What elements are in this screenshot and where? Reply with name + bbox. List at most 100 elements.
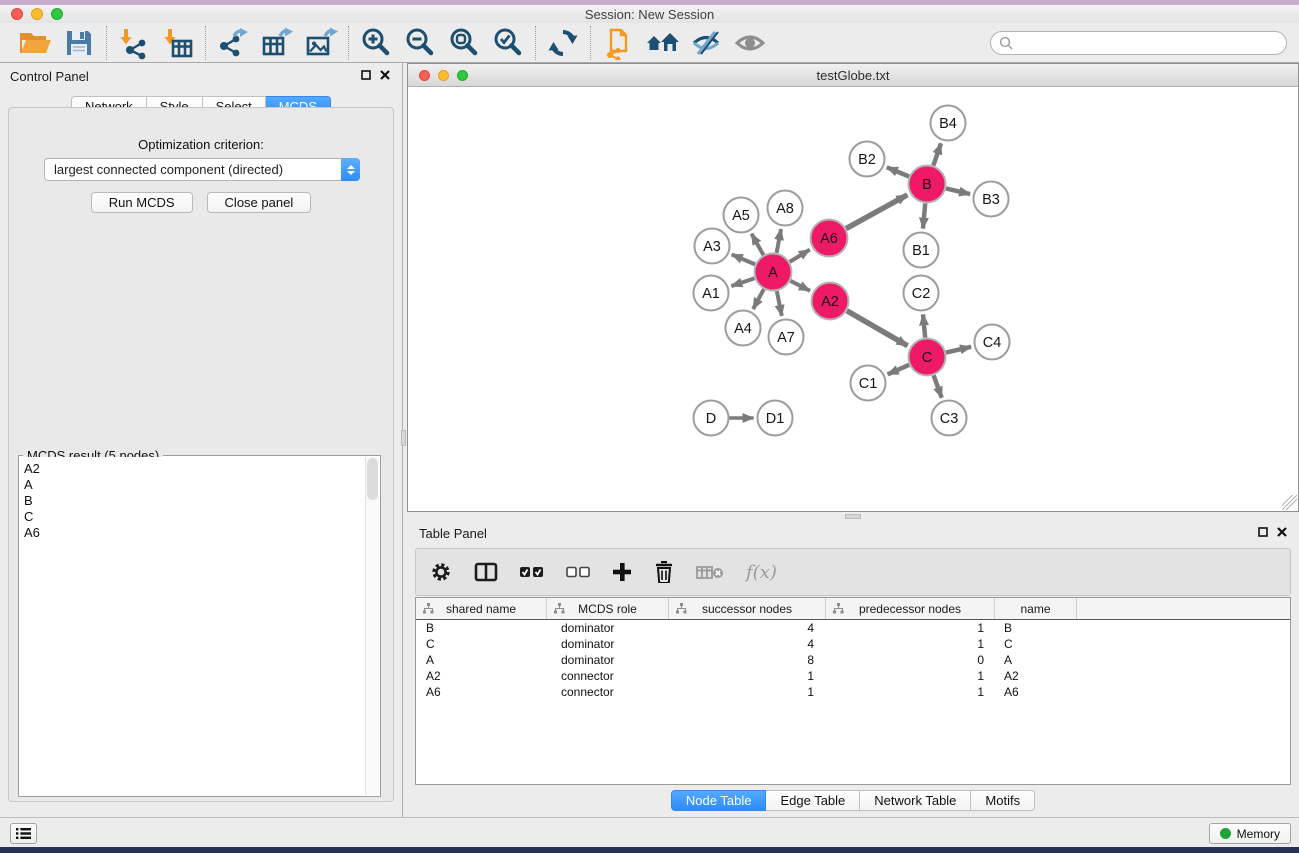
export-image-button[interactable] bbox=[303, 26, 339, 60]
graph-node-C3[interactable]: C3 bbox=[932, 401, 967, 436]
save-session-button[interactable] bbox=[61, 26, 97, 60]
hide-graphics-details-button[interactable] bbox=[688, 26, 724, 60]
edge-A-A3[interactable] bbox=[732, 254, 755, 264]
edge-B-B3[interactable] bbox=[946, 188, 970, 194]
export-table-button[interactable] bbox=[259, 26, 295, 60]
show-panels-list-button[interactable] bbox=[10, 823, 37, 844]
graph-node-B4[interactable]: B4 bbox=[931, 106, 966, 141]
column-header-successor-nodes[interactable]: successor nodes bbox=[669, 598, 826, 619]
add-column-button[interactable] bbox=[612, 562, 632, 582]
graph-node-C1[interactable]: C1 bbox=[851, 366, 886, 401]
graph-node-C[interactable]: C bbox=[909, 339, 946, 376]
import-table-button[interactable] bbox=[160, 26, 196, 60]
edge-C-C1[interactable] bbox=[888, 365, 909, 374]
edge-A-A4[interactable] bbox=[753, 289, 764, 309]
table-row[interactable]: Cdominator41C bbox=[416, 636, 1290, 652]
table-options-gear-button[interactable] bbox=[430, 561, 452, 583]
mcds-result-item[interactable]: C bbox=[24, 509, 365, 525]
graph-node-B2[interactable]: B2 bbox=[850, 142, 885, 177]
graph-node-D1[interactable]: D1 bbox=[758, 401, 793, 436]
float-panel-icon[interactable] bbox=[361, 70, 371, 80]
close-panel-button[interactable]: Close panel bbox=[207, 192, 312, 213]
mcds-result-item[interactable]: A bbox=[24, 477, 365, 493]
mcds-result-item[interactable]: B bbox=[24, 493, 365, 509]
edge-C-C2[interactable] bbox=[923, 314, 925, 337]
show-graphics-details-button[interactable] bbox=[732, 26, 768, 60]
close-table-panel-icon[interactable] bbox=[1277, 527, 1287, 537]
graph-node-A7[interactable]: A7 bbox=[769, 320, 804, 355]
column-header-shared-name[interactable]: shared name bbox=[416, 598, 547, 619]
graph-node-C4[interactable]: C4 bbox=[975, 325, 1010, 360]
float-table-panel-icon[interactable] bbox=[1258, 527, 1268, 537]
edge-A6-B[interactable] bbox=[846, 195, 907, 229]
horizontal-split-handle[interactable] bbox=[845, 514, 861, 519]
mcds-result-item[interactable]: A6 bbox=[24, 525, 365, 541]
vertical-split-handle[interactable] bbox=[401, 430, 406, 446]
table-row[interactable]: Bdominator41B bbox=[416, 620, 1290, 636]
deselect-all-button[interactable] bbox=[566, 566, 590, 578]
delete-table-button[interactable] bbox=[696, 564, 724, 580]
memory-button[interactable]: Memory bbox=[1209, 823, 1291, 844]
export-network-button[interactable] bbox=[215, 26, 251, 60]
search-box[interactable] bbox=[990, 31, 1287, 55]
import-network-button[interactable] bbox=[116, 26, 152, 60]
graph-node-A[interactable]: A bbox=[755, 254, 792, 291]
edge-A-A5[interactable] bbox=[752, 234, 764, 255]
edge-A-A8[interactable] bbox=[777, 229, 781, 253]
edge-A-A2[interactable] bbox=[790, 281, 810, 291]
network-canvas[interactable]: B4 B2 B B3 A5 A8A6 A3 B1 A A1 C2 A2 A4A7 C C4 C1 C3 D D1 bbox=[408, 88, 1298, 511]
search-input[interactable] bbox=[1018, 33, 1278, 53]
graph-node-A8[interactable]: A8 bbox=[768, 191, 803, 226]
window-resize-grip[interactable] bbox=[1282, 495, 1297, 510]
zoom-selected-button[interactable] bbox=[490, 26, 526, 60]
mcds-result-item[interactable]: A2 bbox=[24, 461, 365, 477]
show-columns-button[interactable] bbox=[474, 562, 498, 582]
graph-node-A1[interactable]: A1 bbox=[694, 276, 729, 311]
tab-motifs[interactable]: Motifs bbox=[971, 790, 1035, 811]
result-scrollbar[interactable] bbox=[365, 457, 379, 795]
column-header-name[interactable]: name bbox=[995, 598, 1077, 619]
edge-B-B4[interactable] bbox=[933, 143, 941, 165]
graph-node-B1[interactable]: B1 bbox=[904, 233, 939, 268]
network-window-titlebar[interactable]: testGlobe.txt bbox=[408, 64, 1298, 87]
show-network-overview-button[interactable] bbox=[644, 26, 680, 60]
optimization-criterion-select[interactable]: largest connected component (directed) bbox=[44, 158, 360, 181]
close-panel-icon[interactable] bbox=[380, 70, 390, 80]
graph-node-A2[interactable]: A2 bbox=[812, 283, 849, 320]
edge-C-C4[interactable] bbox=[946, 347, 971, 353]
edge-B-B2[interactable] bbox=[887, 167, 909, 176]
table-row[interactable]: Adominator80A bbox=[416, 652, 1290, 668]
mcds-result-list[interactable]: A2ABCA6 bbox=[20, 457, 365, 795]
graph-node-A5[interactable]: A5 bbox=[724, 198, 759, 233]
table-row[interactable]: A2connector11A2 bbox=[416, 668, 1290, 684]
select-all-check-button[interactable] bbox=[520, 566, 544, 578]
tab-node-table[interactable]: Node Table bbox=[671, 790, 767, 811]
column-header-predecessor-nodes[interactable]: predecessor nodes bbox=[826, 598, 995, 619]
table-row[interactable]: A6connector11A6 bbox=[416, 684, 1290, 700]
graph-node-C2[interactable]: C2 bbox=[904, 276, 939, 311]
edge-A2-C[interactable] bbox=[847, 311, 908, 346]
edge-C-C3[interactable] bbox=[934, 375, 942, 397]
run-mcds-button[interactable]: Run MCDS bbox=[91, 192, 193, 213]
graph-node-A3[interactable]: A3 bbox=[695, 229, 730, 264]
graph-node-A6[interactable]: A6 bbox=[811, 220, 848, 257]
graph-node-A4[interactable]: A4 bbox=[726, 311, 761, 346]
graph-node-B3[interactable]: B3 bbox=[974, 182, 1009, 217]
new-session-from-network-button[interactable] bbox=[600, 26, 636, 60]
function-builder-button[interactable]: f(x) bbox=[746, 562, 777, 583]
column-header-mcds-role[interactable]: MCDS role bbox=[547, 598, 669, 619]
tab-network-table[interactable]: Network Table bbox=[860, 790, 971, 811]
tab-edge-table[interactable]: Edge Table bbox=[766, 790, 860, 811]
edge-A-A7[interactable] bbox=[777, 291, 782, 316]
refresh-button[interactable] bbox=[545, 26, 581, 60]
graph-node-D[interactable]: D bbox=[694, 401, 729, 436]
open-file-button[interactable] bbox=[17, 26, 53, 60]
edge-A-A1[interactable] bbox=[731, 278, 754, 286]
zoom-in-button[interactable] bbox=[358, 26, 394, 60]
zoom-out-button[interactable] bbox=[402, 26, 438, 60]
edge-A-A6[interactable] bbox=[790, 250, 810, 262]
graph-node-B[interactable]: B bbox=[909, 166, 946, 203]
zoom-fit-button[interactable] bbox=[446, 26, 482, 60]
edge-B-B1[interactable] bbox=[923, 203, 925, 228]
delete-column-button[interactable] bbox=[654, 561, 674, 583]
